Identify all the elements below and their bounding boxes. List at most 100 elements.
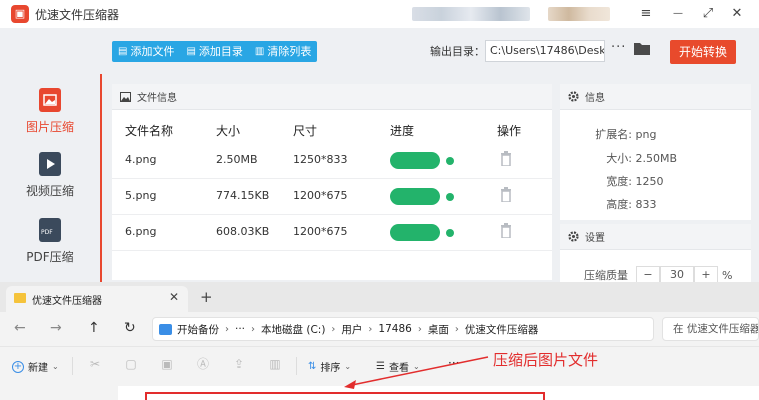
minimize-button[interactable]: — [668,4,688,24]
sidebar-label-video: 视频压缩 [25,184,74,198]
add-file-button[interactable]: ▤ 添加文件 [112,41,180,62]
rename-icon[interactable]: Ⓐ [196,357,210,371]
output-dir-field[interactable]: C:\Users\17486\Deskto [485,40,605,62]
explorer-command-bar: + 新建 ⌄ ✂ ▢ ▣ Ⓐ ⇪ ▥ ⇅ 排序 ⌄ ☰ 查看 ⌄ ··· [0,346,759,386]
settings-panel-title: 设置 [585,233,605,244]
col-dims: 尺寸 [293,124,318,138]
delete-icon[interactable] [500,151,512,166]
add-file-label: 添加文件 [130,45,175,58]
folder-icon: ▤ [186,46,196,57]
table-row[interactable]: 4.png 2.50MB 1250*833 [112,143,552,179]
info-key: 高度: [606,198,632,211]
explorer-tab-title: 优速文件压缩器 [32,296,102,307]
refresh-button[interactable]: ↻ [124,320,136,336]
check-icon [446,193,454,201]
folder-icon [14,293,26,303]
sort-label: 排序 [320,363,341,374]
sort-icon: ⇅ [308,361,317,372]
file-action-group: ▤ 添加文件 ▤ 添加目录 ▥ 清除列表 [112,41,318,62]
chevron-down-icon: ⌄ [412,362,420,371]
explorer-tab-strip: 优速文件压缩器 ✕ + [0,282,759,312]
breadcrumb-overflow[interactable]: ··· [235,323,245,335]
quality-minus-button[interactable]: − [636,266,660,282]
output-dir-label: 输出目录： [430,45,485,58]
quality-input[interactable]: 30 [660,266,694,282]
progress-bar [390,188,440,205]
more-button[interactable]: ··· [448,356,459,370]
table-row[interactable]: 6.png 608.03KB 1200*675 [112,215,552,251]
file-list-panel: 文件信息 文件名称 大小 尺寸 进度 操作 4.png 2.50MB 1250*… [112,84,552,280]
explorer-address-bar: ← → ↑ ↻ 开始备份 › ··· › 本地磁盘 (C:) › 用户 › 17… [0,312,759,346]
cut-icon[interactable]: ✂ [88,357,102,371]
gear-icon [568,91,579,102]
start-convert-button[interactable]: 开始转换 [670,40,736,64]
breadcrumb-item[interactable]: 开始备份 [177,322,219,337]
file-icon: ▤ [118,46,128,57]
video-icon [39,152,61,176]
row-size: 774.15KB [216,189,270,202]
sidebar-label-image: 图片压缩 [25,120,74,134]
chevron-right-icon: › [331,323,336,335]
clear-list-button[interactable]: ▥ 清除列表 [249,41,317,62]
progress-bar [390,224,440,241]
maximize-button[interactable]: ⤢ [698,4,718,24]
delete-icon[interactable] [500,223,512,238]
info-width: 宽度: 1250 [590,173,664,189]
table-row[interactable]: 5.png 774.15KB 1200*675 [112,179,552,215]
blurred-user-info [412,7,530,21]
title-bar: ▣ 优速文件压缩器 ≡ — ⤢ ✕ [0,0,759,28]
info-value: 2.50MB [635,152,678,165]
close-button[interactable]: ✕ [727,4,747,24]
breadcrumb[interactable]: 开始备份 › ··· › 本地磁盘 (C:) › 用户 › 17486 › 桌面… [152,317,654,341]
chevron-right-icon: › [417,323,422,335]
close-tab-icon[interactable]: ✕ [169,290,179,304]
breadcrumb-item[interactable]: 用户 [341,322,362,337]
app-toolbar: ▤ 添加文件 ▤ 添加目录 ▥ 清除列表 输出目录： C:\Users\1748… [0,28,759,74]
up-button[interactable]: ↑ [88,320,100,336]
sidebar-item-video[interactable]: 视频压缩 [0,152,100,199]
info-panel-header: 信息 [560,84,751,110]
chevron-right-icon: › [368,323,373,335]
divider [72,357,73,375]
info-key: 宽度: [606,175,632,188]
col-size: 大小 [216,124,241,138]
breadcrumb-item[interactable]: 优速文件压缩器 [465,322,539,337]
new-button[interactable]: + 新建 ⌄ [12,359,59,374]
add-dir-button[interactable]: ▤ 添加目录 [180,41,248,62]
breadcrumb-item[interactable]: 17486 [378,323,411,335]
row-dims: 1250*833 [293,153,348,166]
new-tab-button[interactable]: + [200,288,213,306]
sidebar-label-pdf: PDF压缩 [26,250,74,264]
copy-icon[interactable]: ▢ [124,357,138,371]
share-icon[interactable]: ⇪ [232,357,246,371]
menu-button[interactable]: ≡ [636,4,656,24]
explorer-tab[interactable]: 优速文件压缩器 ✕ [6,286,188,312]
sidebar-item-image[interactable]: 图片压缩 [0,88,100,135]
back-button[interactable]: ← [14,320,26,336]
delete-icon[interactable]: ▥ [268,357,282,371]
sidebar-item-pdf[interactable]: PDF PDF压缩 [0,218,100,265]
breadcrumb-item[interactable]: 本地磁盘 (C:) [261,322,325,337]
info-panel: 信息 扩展名: png 大小: 2.50MB 宽度: 1250 高度: 833 [560,84,751,220]
sort-button[interactable]: ⇅ 排序 ⌄ [308,359,351,374]
info-key: 大小: [606,152,632,165]
new-label: 新建 [28,363,48,374]
col-progress: 进度 [390,124,415,138]
paste-icon[interactable]: ▣ [160,357,174,371]
file-panel-header: 文件信息 [112,84,552,110]
view-button[interactable]: ☰ 查看 ⌄ [376,359,420,374]
search-input[interactable]: 在 优速文件压缩器 [662,317,759,341]
forward-button[interactable]: → [50,320,62,336]
browse-more-button[interactable]: ··· [611,40,626,55]
chevron-down-icon: ⌄ [344,362,352,371]
row-size: 2.50MB [216,153,258,166]
pdf-icon-text: PDF [41,229,53,236]
quality-plus-button[interactable]: + [694,266,718,282]
info-value: 1250 [635,175,664,188]
backup-icon [159,323,172,335]
info-value: 833 [635,198,657,211]
delete-icon[interactable] [500,187,512,202]
open-folder-icon[interactable] [634,41,650,55]
compressor-app-window: ▣ 优速文件压缩器 ≡ — ⤢ ✕ ▤ 添加文件 ▤ 添加目录 ▥ 清除列表 输… [0,0,759,282]
breadcrumb-item[interactable]: 桌面 [428,322,449,337]
